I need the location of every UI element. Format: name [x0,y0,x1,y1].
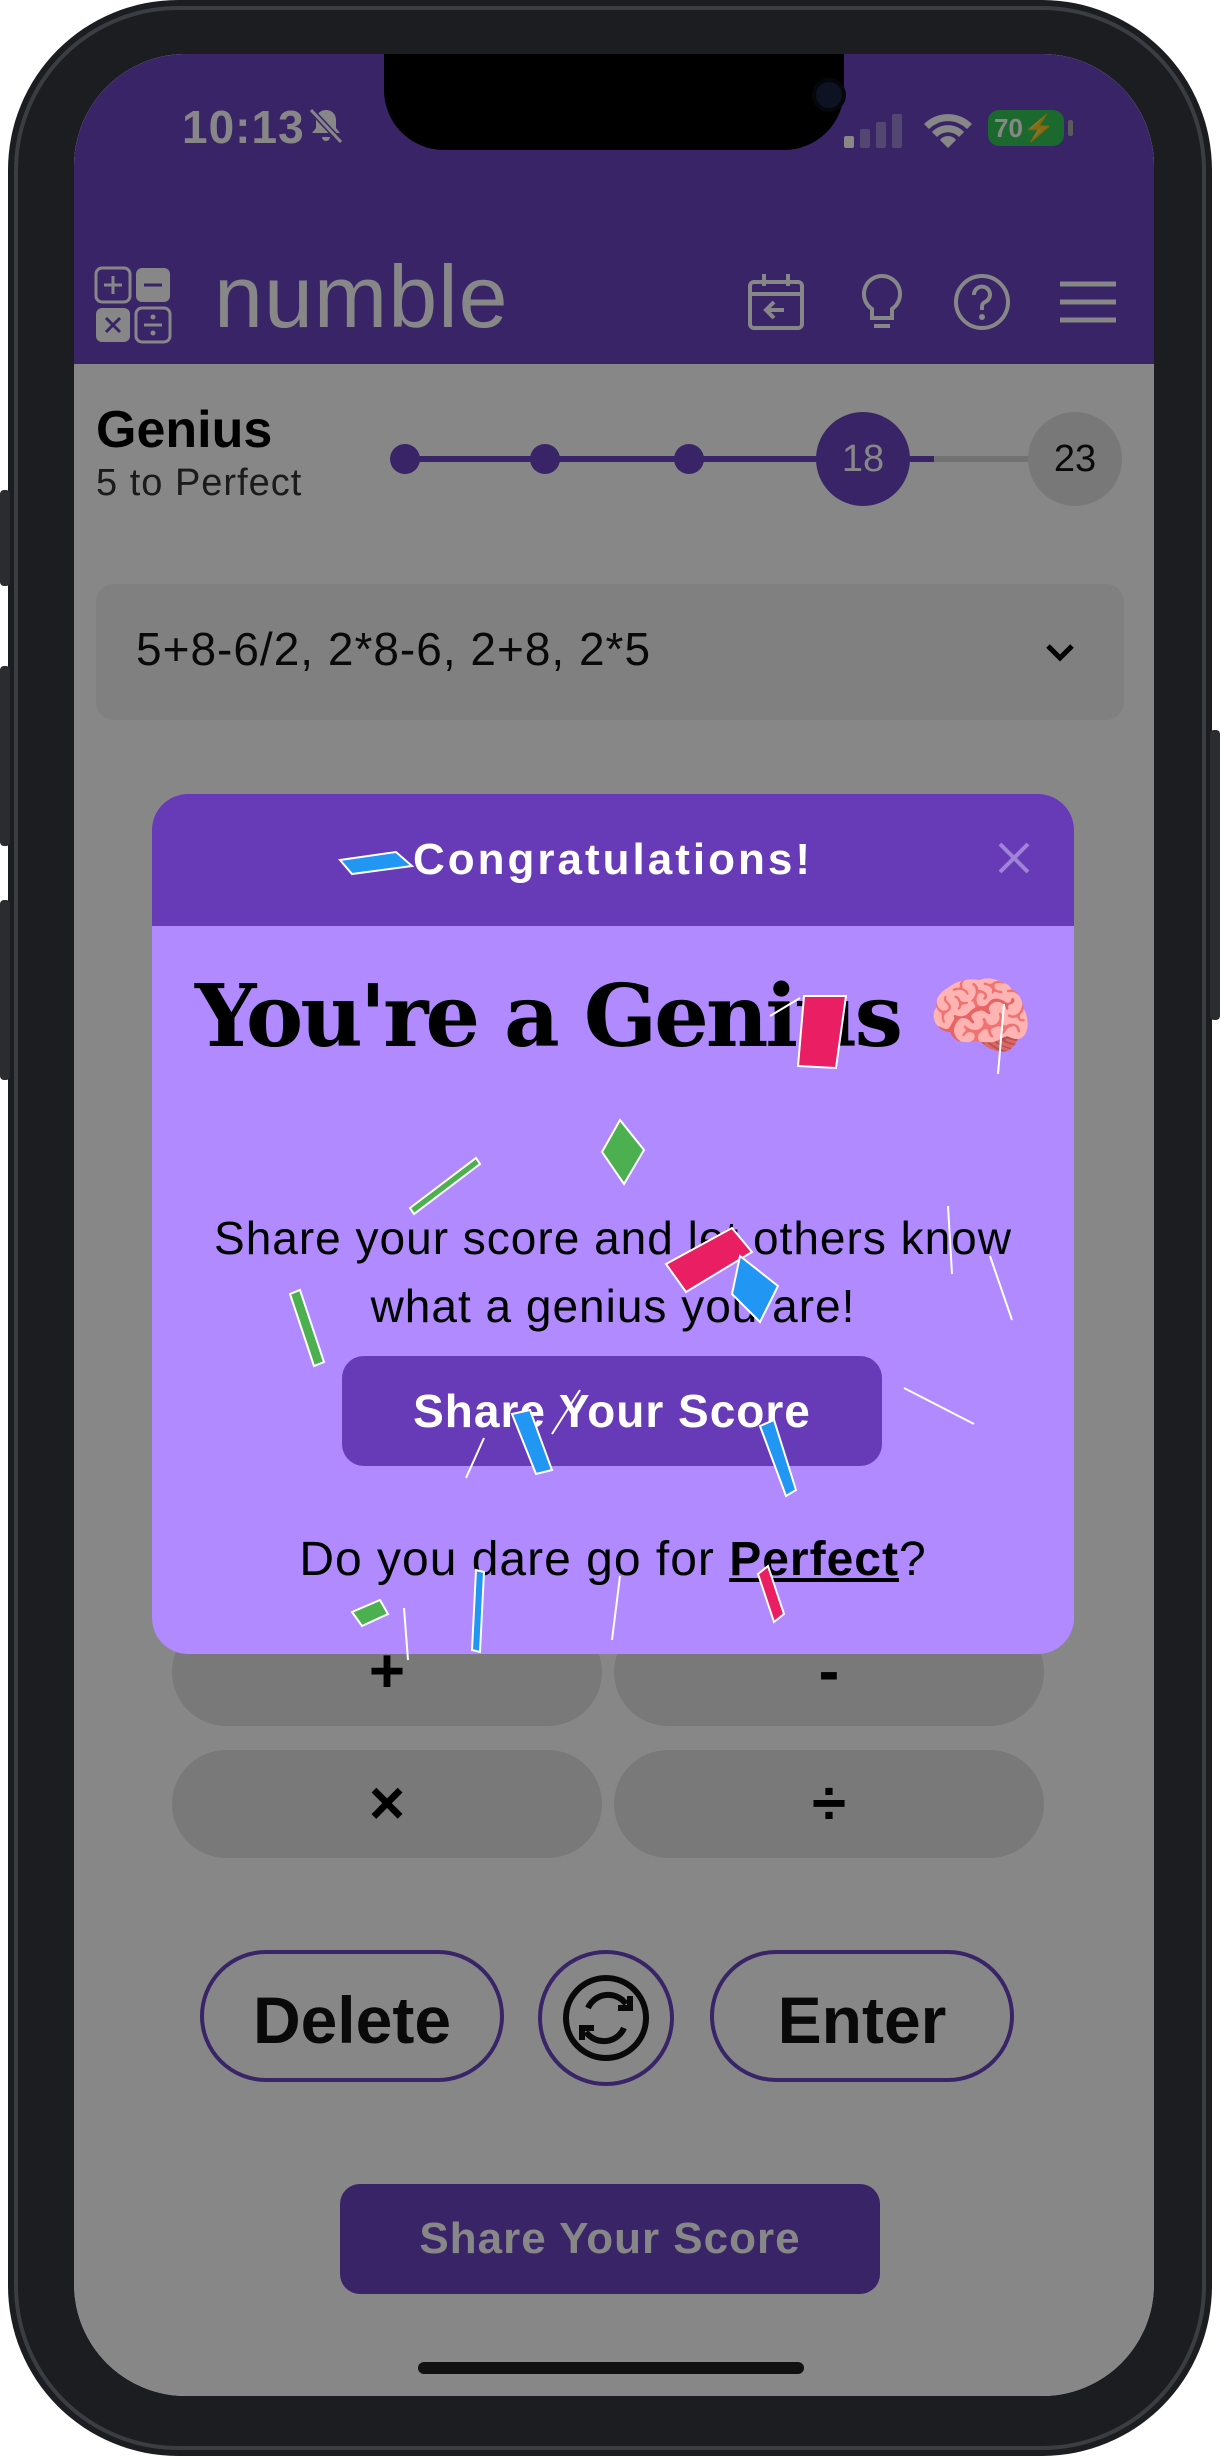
close-icon[interactable] [992,836,1036,880]
volume-up-button [0,666,10,846]
modal-title: Congratulations! [413,835,813,884]
screen: 10:13 70⚡ numble Genius 5 to Perfect 18 … [74,54,1154,2396]
share-score-button[interactable]: Share Your Score [342,1356,882,1466]
modal-header: Congratulations! [152,794,1074,926]
brain-emoji-icon: 🧠 [926,967,1034,1067]
dare-line: Do you dare go for Perfect? [152,1532,1074,1587]
dare-prefix: Do you dare go for [299,1533,730,1586]
volume-down-button [0,900,10,1080]
perfect-link[interactable]: Perfect [729,1533,899,1586]
congratulations-modal: Congratulations! You're a Genius 🧠 Share… [152,794,1074,1654]
home-indicator [418,2362,804,2374]
headline-text: You're a Genius [194,966,903,1067]
modal-message: Share your score and let others know wha… [214,1212,1012,1332]
power-button [1210,730,1220,1020]
dare-suffix: ? [898,1533,927,1586]
modal-headline: You're a Genius 🧠 [152,966,1074,1067]
silent-switch [0,490,10,586]
